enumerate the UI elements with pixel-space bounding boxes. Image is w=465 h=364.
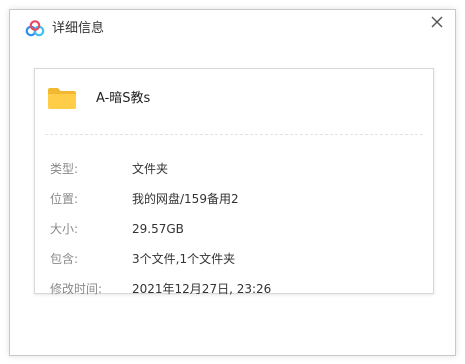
- folder-icon: [47, 86, 77, 110]
- location-value: 我的网盘/159备用2: [132, 192, 239, 206]
- size-value: 29.57GB: [132, 222, 184, 236]
- contains-label: 包含:: [50, 252, 79, 266]
- type-value: 文件夹: [132, 162, 169, 176]
- baidu-netdisk-cloud-icon: [24, 20, 46, 38]
- folder-name: A-暗S教s: [96, 91, 151, 106]
- details-dialog: 详细信息 A-暗S教s 类型: 文件夹 位置: 我的网盘/159备用2 大小:: [9, 9, 456, 356]
- detail-row-type: 类型: 文件夹: [50, 160, 420, 178]
- detail-row-contains: 包含: 3个文件,1个文件夹: [50, 250, 420, 268]
- modified-value: 2021年12月27日, 23:26: [132, 282, 272, 296]
- details-card: A-暗S教s 类型: 文件夹 位置: 我的网盘/159备用2 大小: 29.57…: [34, 68, 434, 296]
- size-label: 大小:: [50, 222, 79, 236]
- contains-value: 3个文件,1个文件夹: [132, 252, 236, 266]
- location-label: 位置:: [50, 192, 79, 206]
- close-icon[interactable]: [429, 14, 445, 30]
- detail-row-modified: 修改时间: 2021年12月27日, 23:26: [50, 280, 420, 298]
- detail-row-size: 大小: 29.57GB: [50, 220, 420, 238]
- modified-label: 修改时间:: [50, 282, 103, 296]
- dialog-title: 详细信息: [52, 21, 105, 36]
- detail-row-location: 位置: 我的网盘/159备用2: [50, 190, 420, 208]
- type-label: 类型:: [50, 162, 79, 176]
- divider: [45, 134, 423, 135]
- title-bar[interactable]: 详细信息: [10, 10, 455, 48]
